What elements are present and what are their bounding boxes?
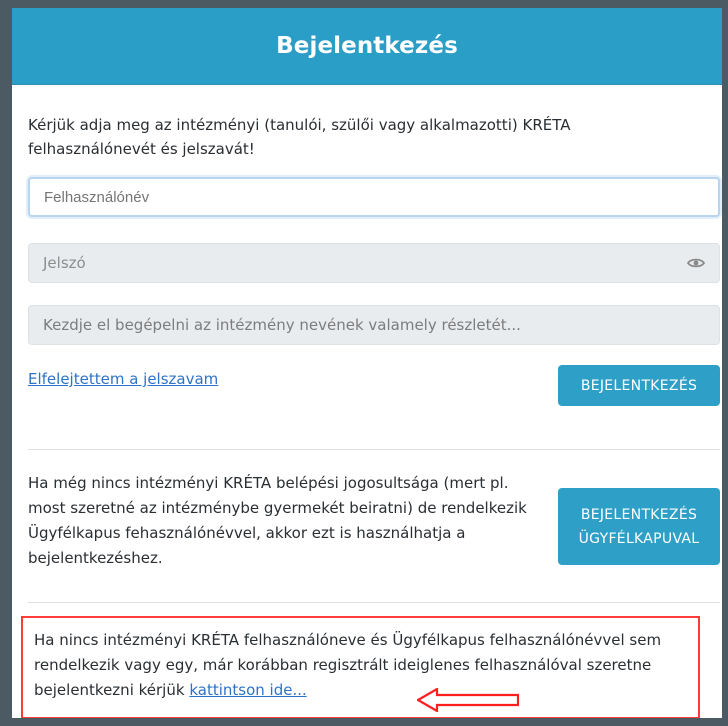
forgot-password-link[interactable]: Elfelejtettem a jelszavam	[28, 370, 218, 388]
login-body: Kérjük adja meg az intézményi (tanulói, …	[12, 85, 722, 718]
password-input[interactable]: Jelszó	[28, 243, 720, 283]
divider	[28, 602, 720, 603]
page-title: Bejelentkezés	[12, 8, 722, 85]
click-here-link[interactable]: kattintson ide...	[189, 681, 306, 699]
note-body: Ha nincs intézményi KRÉTA felhasználónev…	[34, 631, 662, 699]
login-button[interactable]: BEJELENTKEZÉS	[558, 365, 720, 406]
login-button-label: BEJELENTKEZÉS	[580, 377, 698, 394]
client-gate-button-line-2: ÜGYFÉLKAPUVAL	[578, 530, 700, 547]
client-gate-button-line-1: BEJELENTKEZÉS	[580, 506, 698, 523]
note-text: Ha nincs intézményi KRÉTA felhasználónev…	[34, 628, 704, 703]
header-title: Bejelentkezés	[276, 33, 458, 59]
eye-icon[interactable]	[687, 256, 705, 270]
username-input[interactable]	[28, 177, 720, 217]
divider	[28, 449, 720, 450]
login-card: Bejelentkezés Kérjük adja meg az intézmé…	[12, 8, 722, 718]
client-gate-text: Ha még nincs intézményi KRÉTA belépési j…	[28, 474, 527, 567]
institution-placeholder: Kezdje el begépelni az intézmény nevének…	[43, 316, 521, 334]
client-gate-login-button[interactable]: BEJELENTKEZÉS ÜGYFÉLKAPUVAL	[558, 488, 720, 565]
institution-input[interactable]: Kezdje el begépelni az intézmény nevének…	[28, 305, 720, 345]
intro-text: Kérjük adja meg az intézményi (tanulói, …	[28, 116, 571, 158]
left-arrow-icon	[417, 688, 519, 712]
password-placeholder: Jelszó	[43, 254, 86, 272]
